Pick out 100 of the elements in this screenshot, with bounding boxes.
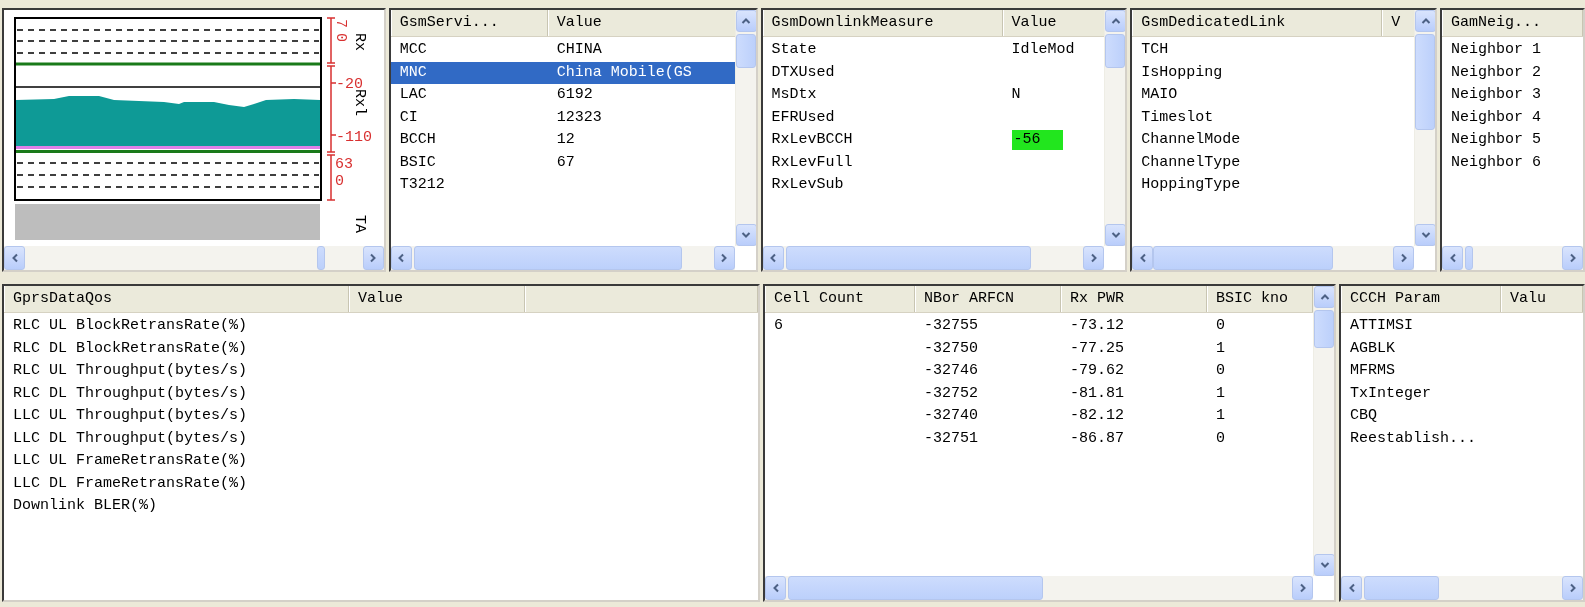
column-header[interactable]	[525, 286, 758, 312]
scroll-right-button[interactable]	[1292, 576, 1313, 600]
list-row[interactable]: Neighbor 1	[1442, 39, 1583, 62]
horizontal-scrollbar[interactable]	[390, 246, 735, 270]
horizontal-scrollbar[interactable]	[762, 246, 1105, 270]
list-row[interactable]: T3212	[390, 174, 735, 197]
scroll-thumb[interactable]	[1153, 246, 1334, 270]
scroll-down-button[interactable]	[1415, 224, 1436, 246]
list-row[interactable]: AGBLK	[1341, 337, 1583, 360]
scroll-thumb[interactable]	[735, 34, 756, 68]
scroll-thumb[interactable]	[1465, 246, 1474, 270]
list-row[interactable]: MFRMS	[1341, 360, 1583, 383]
list-row[interactable]: MAIO	[1132, 84, 1415, 107]
list-row[interactable]: Neighbor 4	[1442, 106, 1583, 129]
scroll-down-button[interactable]	[735, 224, 756, 246]
list-row[interactable]: LLC DL FrameRetransRate(%)	[4, 472, 758, 495]
list-row[interactable]: IsHopping	[1132, 61, 1415, 84]
list-row[interactable]: Neighbor 6	[1442, 151, 1583, 174]
scroll-up-button[interactable]	[735, 10, 756, 32]
list-row[interactable]: TxInteger	[1341, 382, 1583, 405]
column-header[interactable]: GprsDataQos	[4, 286, 349, 312]
vertical-scrollbar[interactable]	[1104, 10, 1126, 246]
scroll-left-button[interactable]	[1442, 246, 1464, 270]
column-header[interactable]: GsmServi...	[390, 10, 548, 36]
scroll-left-button[interactable]	[1341, 576, 1362, 600]
horizontal-scrollbar[interactable]	[765, 576, 1313, 600]
list-row[interactable]: ATTIMSI	[1341, 315, 1583, 338]
column-header[interactable]: Cell Count	[765, 286, 915, 312]
scroll-right-button[interactable]	[1393, 246, 1415, 270]
list-row[interactable]: CI 12323	[390, 106, 735, 129]
horizontal-scrollbar[interactable]	[4, 246, 384, 270]
list-row[interactable]: Neighbor 2	[1442, 61, 1583, 84]
list-row[interactable]: RLC UL Throughput(bytes/s)	[4, 360, 758, 383]
scroll-thumb[interactable]	[1314, 310, 1334, 348]
list-row[interactable]: LLC UL FrameRetransRate(%)	[4, 450, 758, 473]
scroll-thumb[interactable]	[1105, 34, 1126, 68]
list-row[interactable]: State IdleMod	[762, 39, 1105, 62]
scroll-thumb[interactable]	[413, 246, 682, 270]
horizontal-scrollbar[interactable]	[1132, 246, 1415, 270]
list-row[interactable]: EFRUsed	[762, 106, 1105, 129]
vertical-scrollbar[interactable]	[734, 10, 756, 246]
scroll-left-button[interactable]	[390, 246, 412, 270]
list-row[interactable]: Neighbor 3	[1442, 84, 1583, 107]
scroll-left-button[interactable]	[1132, 246, 1154, 270]
scroll-right-button[interactable]	[713, 246, 735, 270]
scroll-left-button[interactable]	[762, 246, 784, 270]
list-row[interactable]: CBQ	[1341, 405, 1583, 428]
column-header[interactable]: CCCH Param	[1341, 286, 1501, 312]
vertical-scrollbar[interactable]	[1414, 10, 1436, 246]
list-row[interactable]: Downlink BLER(%)	[4, 495, 758, 518]
scroll-up-button[interactable]	[1415, 10, 1436, 32]
column-header[interactable]: Valu	[1501, 286, 1583, 312]
scroll-up-button[interactable]	[1105, 10, 1126, 32]
column-header[interactable]: NBor ARFCN	[915, 286, 1061, 312]
scroll-thumb[interactable]	[785, 246, 1031, 270]
list-row[interactable]: LLC DL Throughput(bytes/s)	[4, 427, 758, 450]
list-row[interactable]: Timeslot	[1132, 106, 1415, 129]
list-row[interactable]: ChannelType	[1132, 151, 1415, 174]
scroll-thumb[interactable]	[788, 576, 1043, 600]
scroll-down-button[interactable]	[1105, 224, 1126, 246]
column-header[interactable]: Rx PWR	[1061, 286, 1207, 312]
list-row[interactable]: MsDtx N	[762, 84, 1105, 107]
list-row[interactable]: LLC UL Throughput(bytes/s)	[4, 405, 758, 428]
list-row[interactable]: -32752 -81.81 1	[765, 382, 1313, 405]
column-header[interactable]: GsmDownlinkMeasure	[762, 10, 1003, 36]
list-row[interactable]: 6 -32755 -73.12 0	[765, 315, 1313, 338]
column-header[interactable]: GsmDedicatedLink	[1132, 10, 1383, 36]
scroll-left-button[interactable]	[4, 246, 25, 270]
list-row[interactable]: -32740 -82.12 1	[765, 405, 1313, 428]
list-row[interactable]: Neighbor 5	[1442, 129, 1583, 152]
list-row[interactable]: LAC 6192	[390, 84, 735, 107]
list-row[interactable]: TCH	[1132, 39, 1415, 62]
scroll-thumb[interactable]	[1364, 576, 1439, 600]
column-header[interactable]: GamNeig...	[1442, 10, 1583, 36]
list-row[interactable]: DTXUsed	[762, 61, 1105, 84]
scroll-left-button[interactable]	[765, 576, 786, 600]
list-row[interactable]: HoppingType	[1132, 174, 1415, 197]
scroll-right-button[interactable]	[362, 246, 384, 270]
scroll-right-button[interactable]	[1562, 576, 1583, 600]
list-row[interactable]: RLC DL Throughput(bytes/s)	[4, 382, 758, 405]
horizontal-scrollbar[interactable]	[1442, 246, 1583, 270]
scroll-thumb[interactable]	[1415, 34, 1436, 130]
list-row[interactable]: -32750 -77.25 1	[765, 337, 1313, 360]
list-row[interactable]: RxLevBCCH -56	[762, 129, 1105, 152]
list-row[interactable]: MCC CHINA	[390, 39, 735, 62]
list-row[interactable]: -32751 -86.87 0	[765, 427, 1313, 450]
scroll-up-button[interactable]	[1314, 286, 1334, 308]
list-row[interactable]: RxLevSub	[762, 174, 1105, 197]
list-row[interactable]: ChannelMode	[1132, 129, 1415, 152]
list-row[interactable]: MNC China Mobile(GS	[390, 61, 735, 84]
list-row[interactable]: RLC DL BlockRetransRate(%)	[4, 337, 758, 360]
list-row[interactable]: BCCH 12	[390, 129, 735, 152]
column-header[interactable]: Value	[349, 286, 525, 312]
list-row[interactable]: RxLevFull	[762, 151, 1105, 174]
scroll-thumb[interactable]	[317, 246, 325, 270]
list-row[interactable]: -32746 -79.62 0	[765, 360, 1313, 383]
horizontal-scrollbar[interactable]	[1341, 576, 1583, 600]
list-row[interactable]: Reestablish...	[1341, 427, 1583, 450]
scroll-right-button[interactable]	[1083, 246, 1105, 270]
scroll-right-button[interactable]	[1562, 246, 1583, 270]
